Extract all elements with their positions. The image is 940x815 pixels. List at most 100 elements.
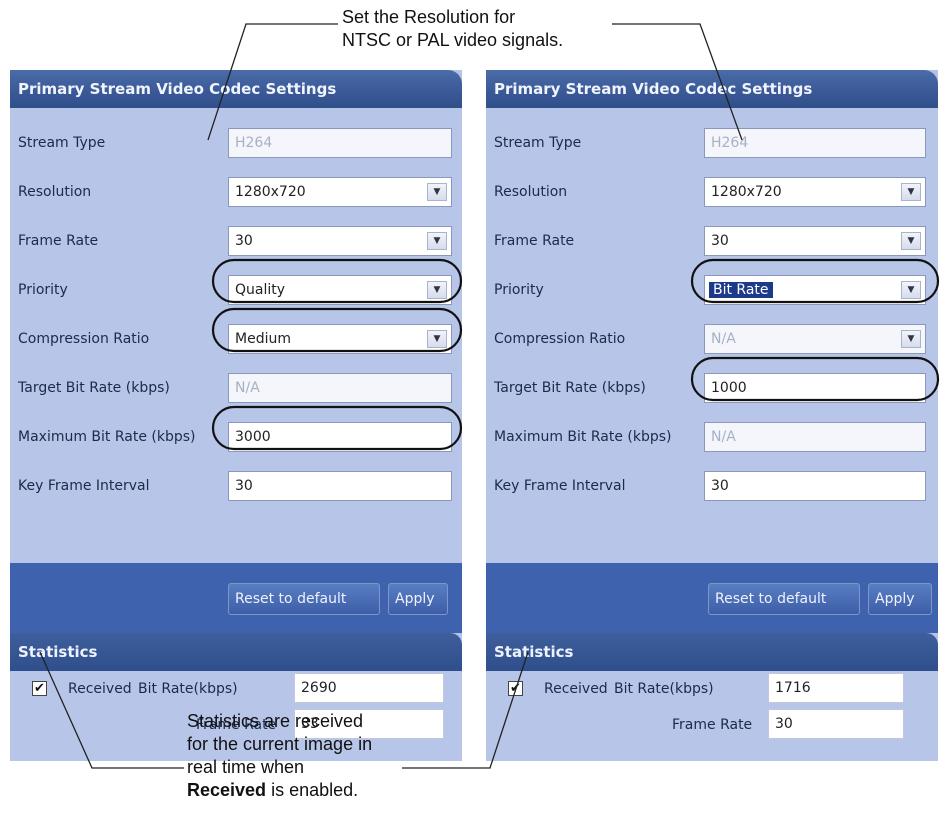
- target-bit-rate-label: Target Bit Rate (kbps): [18, 379, 170, 396]
- codec-settings-panel-right: Primary Stream Video Codec Settings Stre…: [486, 70, 938, 761]
- resolution-value: 1280x720: [711, 183, 782, 200]
- callout-resolution-note: Set the Resolution for NTSC or PAL video…: [342, 6, 642, 52]
- stream-type-value: H264: [711, 134, 749, 151]
- row-stream-type: Stream Type H264: [10, 118, 462, 167]
- key-frame-interval-value: 30: [711, 477, 729, 494]
- target-bit-rate-label: Target Bit Rate (kbps): [494, 379, 646, 396]
- reset-to-default-button[interactable]: Reset to default: [228, 583, 380, 615]
- statistics-title: Statistics: [10, 633, 462, 671]
- resolution-value: 1280x720: [235, 183, 306, 200]
- priority-label: Priority: [18, 281, 68, 298]
- priority-select[interactable]: Quality ▼: [228, 274, 452, 305]
- resolution-select[interactable]: 1280x720 ▼: [704, 176, 926, 207]
- frame-rate-stat-label: Frame Rate: [672, 717, 753, 733]
- received-label: Received: [68, 681, 132, 697]
- compression-ratio-label: Compression Ratio: [494, 330, 626, 347]
- callout-text-line: Statistics are received: [187, 711, 364, 731]
- row-key-frame-interval: Key Frame Interval 30: [486, 461, 938, 510]
- codec-settings-panel-left: Primary Stream Video Codec Settings Stre…: [10, 70, 462, 761]
- resolution-label: Resolution: [18, 183, 92, 200]
- key-frame-interval-label: Key Frame Interval: [18, 477, 150, 494]
- row-key-frame-interval: Key Frame Interval 30: [10, 461, 462, 510]
- priority-label: Priority: [494, 281, 544, 298]
- compression-ratio-label: Compression Ratio: [18, 330, 150, 347]
- row-resolution: Resolution 1280x720 ▼: [10, 167, 462, 216]
- check-mark-icon: ✔: [510, 681, 521, 696]
- chevron-down-icon[interactable]: ▼: [901, 182, 921, 201]
- maximum-bit-rate-value: 3000: [235, 428, 271, 445]
- row-priority: Priority Quality ▼: [10, 265, 462, 314]
- callout-text-line: Received is enabled.: [187, 779, 417, 802]
- priority-value: Quality: [235, 281, 286, 298]
- resolution-select[interactable]: 1280x720 ▼: [228, 176, 452, 207]
- maximum-bit-rate-field: N/A: [704, 421, 926, 452]
- row-compression-ratio: Compression Ratio Medium ▼: [10, 314, 462, 363]
- check-mark-icon: ✔: [34, 681, 45, 696]
- chevron-down-icon[interactable]: ▼: [427, 329, 447, 348]
- panel-title: Primary Stream Video Codec Settings: [10, 70, 462, 108]
- statistics-section: ✔ Received Bit Rate(kbps) 1716 Frame Rat…: [486, 671, 938, 761]
- priority-value: Bit Rate: [708, 280, 774, 299]
- chevron-down-icon[interactable]: ▼: [901, 231, 921, 250]
- apply-button[interactable]: Apply: [388, 583, 448, 615]
- bit-rate-stat-value: 2690: [294, 673, 444, 703]
- stream-type-field: H264: [704, 127, 926, 158]
- callout-text-line: real time when: [187, 757, 305, 777]
- reset-to-default-button[interactable]: Reset to default: [708, 583, 860, 615]
- settings-form: Stream Type H264 Resolution 1280x720 ▼ Fr…: [10, 108, 462, 563]
- compression-ratio-select[interactable]: Medium ▼: [228, 323, 452, 354]
- callout-text-line: for the current image in: [187, 734, 373, 754]
- key-frame-interval-label: Key Frame Interval: [494, 477, 626, 494]
- row-frame-rate: Frame Rate 30 ▼: [10, 216, 462, 265]
- callout-text-tail: is enabled.: [266, 780, 359, 800]
- row-compression-ratio: Compression Ratio N/A ▼: [486, 314, 938, 363]
- bit-rate-stat-label: Bit Rate(kbps): [138, 681, 238, 697]
- received-checkbox[interactable]: ✔: [32, 681, 47, 696]
- maximum-bit-rate-input[interactable]: 3000: [228, 421, 452, 452]
- received-label: Received: [544, 681, 608, 697]
- stream-type-value: H264: [235, 134, 273, 151]
- apply-button[interactable]: Apply: [868, 583, 932, 615]
- chevron-down-icon[interactable]: ▼: [427, 280, 447, 299]
- frame-rate-select[interactable]: 30 ▼: [228, 225, 452, 256]
- target-bit-rate-field: N/A: [228, 372, 452, 403]
- row-frame-rate: Frame Rate 30 ▼: [486, 216, 938, 265]
- maximum-bit-rate-label: Maximum Bit Rate (kbps): [18, 428, 196, 445]
- resolution-label: Resolution: [494, 183, 568, 200]
- row-resolution: Resolution 1280x720 ▼: [486, 167, 938, 216]
- stream-type-label: Stream Type: [494, 134, 582, 151]
- maximum-bit-rate-label: Maximum Bit Rate (kbps): [494, 428, 672, 445]
- chevron-down-icon[interactable]: ▼: [427, 182, 447, 201]
- settings-form: Stream Type H264 Resolution 1280x720 ▼ Fr…: [486, 108, 938, 563]
- target-bit-rate-value: N/A: [235, 379, 260, 396]
- statistics-title: Statistics: [486, 633, 938, 671]
- row-stream-type: Stream Type H264: [486, 118, 938, 167]
- priority-select[interactable]: Bit Rate ▼: [704, 274, 926, 305]
- row-maximum-bit-rate: Maximum Bit Rate (kbps) 3000: [10, 412, 462, 461]
- target-bit-rate-value: 1000: [711, 379, 747, 396]
- chevron-down-icon[interactable]: ▼: [427, 231, 447, 250]
- button-bar: Reset to default Apply: [10, 563, 462, 633]
- compression-ratio-value: N/A: [711, 330, 736, 347]
- key-frame-interval-value: 30: [235, 477, 253, 494]
- frame-rate-value: 30: [235, 232, 253, 249]
- row-maximum-bit-rate: Maximum Bit Rate (kbps) N/A: [486, 412, 938, 461]
- bit-rate-stat-label: Bit Rate(kbps): [614, 681, 714, 697]
- compression-ratio-select: N/A ▼: [704, 323, 926, 354]
- maximum-bit-rate-value: N/A: [711, 428, 736, 445]
- bit-rate-stat-value: 1716: [768, 673, 904, 703]
- compression-ratio-value: Medium: [235, 330, 291, 347]
- chevron-down-icon[interactable]: ▼: [901, 280, 921, 299]
- callout-text-line: Set the Resolution for: [342, 7, 516, 27]
- row-target-bit-rate: Target Bit Rate (kbps) 1000: [486, 363, 938, 412]
- frame-rate-select[interactable]: 30 ▼: [704, 225, 926, 256]
- key-frame-interval-input[interactable]: 30: [704, 470, 926, 501]
- frame-rate-value: 30: [711, 232, 729, 249]
- received-checkbox[interactable]: ✔: [508, 681, 523, 696]
- stream-type-label: Stream Type: [18, 134, 106, 151]
- frame-rate-label: Frame Rate: [18, 232, 99, 249]
- key-frame-interval-input[interactable]: 30: [228, 470, 452, 501]
- chevron-down-icon: ▼: [901, 329, 921, 348]
- callout-statistics-note: Statistics are received for the current …: [187, 710, 417, 802]
- target-bit-rate-input[interactable]: 1000: [704, 372, 926, 403]
